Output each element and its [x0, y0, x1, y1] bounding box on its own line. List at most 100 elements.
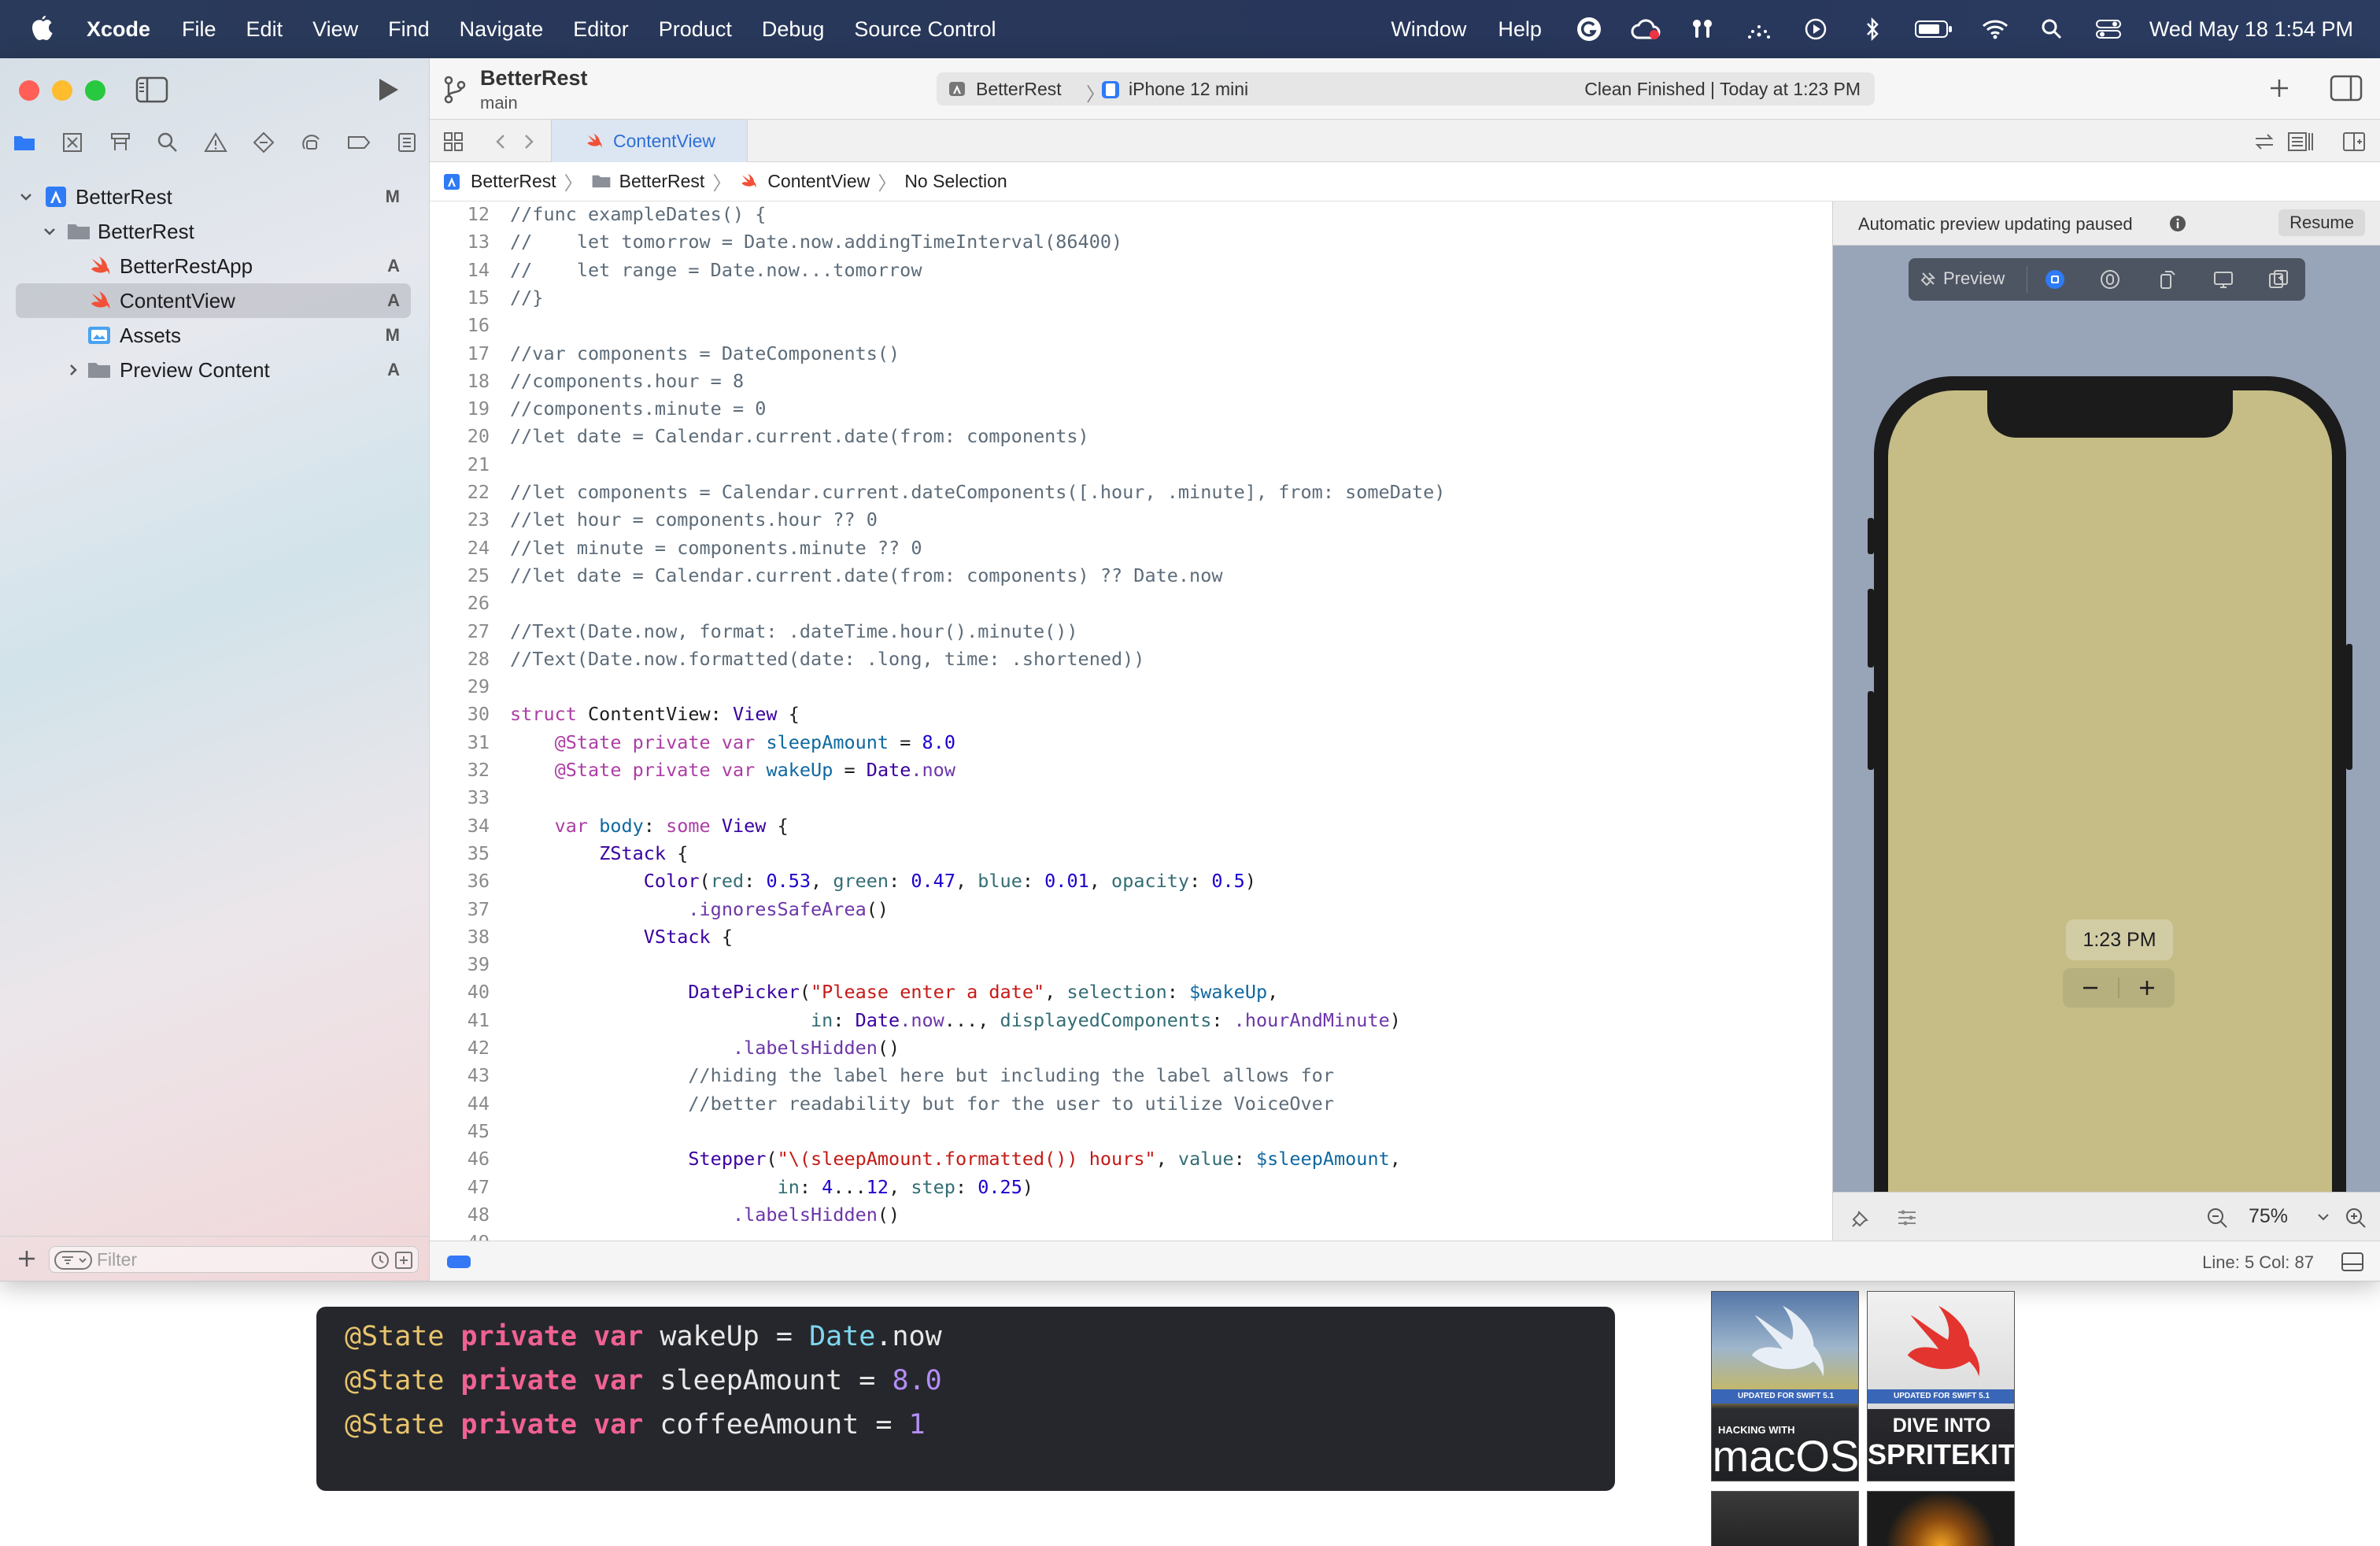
breadcrumb-symbol[interactable]: No Selection	[904, 171, 1007, 192]
code-line[interactable]: 26	[430, 592, 1832, 619]
tree-item-project[interactable]: BetterRest M	[0, 179, 430, 214]
code-line[interactable]: 37 .ignoresSafeArea()	[430, 898, 1832, 925]
chevron-down-icon[interactable]	[2316, 1210, 2330, 1224]
tree-item-file[interactable]: BetterRestApp A	[0, 249, 430, 283]
window-close-button[interactable]	[19, 80, 39, 101]
menu-debug[interactable]: Debug	[762, 17, 825, 42]
run-button[interactable]	[371, 74, 403, 105]
tree-item-group[interactable]: Preview Content A	[0, 353, 430, 387]
window-zoom-button[interactable]	[85, 80, 105, 101]
menu-window[interactable]: Window	[1391, 17, 1466, 42]
airpods-icon[interactable]	[1687, 13, 1718, 45]
play-icon[interactable]	[1800, 13, 1831, 45]
code-line[interactable]: 13 // let tomorrow = Date.now.addingTimeI…	[430, 231, 1832, 257]
code-line[interactable]: 43 //hiding the label here but including…	[430, 1064, 1832, 1091]
apple-menu-icon[interactable]	[30, 15, 55, 43]
device-settings-icon[interactable]	[2212, 268, 2234, 290]
menu-find[interactable]: Find	[388, 17, 430, 42]
menu-product[interactable]: Product	[659, 17, 732, 42]
rotate-device-icon[interactable]	[2156, 268, 2178, 290]
source-control-filter-icon[interactable]	[394, 1251, 413, 1270]
code-line[interactable]: 44 //better readability but for the user…	[430, 1093, 1832, 1119]
menu-file[interactable]: File	[182, 17, 216, 42]
breadcrumb-group[interactable]: BetterRest	[591, 171, 704, 192]
inspector-toggle-icon[interactable]	[2330, 74, 2363, 102]
stepper-minus-button[interactable]	[2063, 968, 2118, 1008]
code-line[interactable]: 36 Color(red: 0.53, green: 0.47, blue: 0…	[430, 870, 1832, 897]
menu-navigate[interactable]: Navigate	[460, 17, 544, 42]
live-preview-icon[interactable]	[2044, 268, 2066, 290]
editor-options-icon[interactable]	[2287, 131, 2315, 153]
code-line[interactable]: 28 //Text(Date.now.formatted(date: .long,…	[430, 648, 1832, 675]
spotlight-search-icon[interactable]	[2036, 13, 2068, 45]
code-line[interactable]: 31 @State private var sleepAmount = 8.0	[430, 731, 1832, 758]
code-line[interactable]: 16	[430, 314, 1832, 341]
scheme-selector[interactable]: BetterRest	[976, 79, 1062, 100]
test-navigator-icon[interactable]	[250, 129, 277, 156]
code-line[interactable]: 39	[430, 953, 1832, 980]
tree-item-assets[interactable]: Assets M	[0, 318, 430, 353]
menu-view[interactable]: View	[312, 17, 358, 42]
code-line[interactable]: 41 in: Date.now..., displayedComponents:…	[430, 1009, 1832, 1036]
zoom-in-icon[interactable]	[2345, 1207, 2367, 1229]
source-editor[interactable]: 12 //func exampleDates() {13 // let tomorr…	[430, 202, 1832, 1241]
code-line[interactable]: 47 in: 4...12, step: 0.25)	[430, 1176, 1832, 1203]
code-line[interactable]: 14 // let range = Date.now...tomorrow	[430, 259, 1832, 286]
warning-icon[interactable]	[202, 129, 229, 156]
debug-navigator-icon[interactable]	[298, 129, 325, 156]
filter-field[interactable]	[49, 1246, 419, 1273]
menu-app-name[interactable]: Xcode	[87, 17, 150, 42]
code-line[interactable]: 17 //var components = DateComponents()	[430, 342, 1832, 369]
menu-bar-clock[interactable]: Wed May 18 1:54 PM	[2149, 17, 2353, 42]
recent-files-icon[interactable]	[371, 1251, 390, 1270]
code-line[interactable]: 30 struct ContentView: View {	[430, 703, 1832, 730]
battery-icon[interactable]	[1913, 13, 1954, 45]
code-line[interactable]: 18 //components.hour = 8	[430, 370, 1832, 397]
window-minimize-button[interactable]	[52, 80, 72, 101]
pin-icon[interactable]	[1850, 1207, 1872, 1229]
breadcrumb-file[interactable]: ContentView	[739, 171, 870, 192]
related-items-icon[interactable]	[442, 131, 464, 153]
code-line[interactable]: 48 .labelsHidden()	[430, 1204, 1832, 1230]
menu-source-control[interactable]: Source Control	[854, 17, 996, 42]
filter-options-icon[interactable]	[54, 1251, 92, 1270]
date-picker[interactable]: 1:23 PM	[2066, 919, 2173, 960]
control-center-icon[interactable]	[2093, 13, 2124, 45]
book-cover[interactable]	[1867, 1491, 2015, 1546]
code-line[interactable]: 25 //let date = Calendar.current.date(fro…	[430, 564, 1832, 591]
resume-button[interactable]: Resume	[2278, 209, 2365, 236]
zoom-level[interactable]: 75%	[2249, 1205, 2288, 1228]
code-line[interactable]: 27 //Text(Date.now, format: .dateTime.hou…	[430, 620, 1832, 647]
book-cover-dive-into-spritekit[interactable]: UPDATED FOR SWIFT 5.1 DIVE INTO SPRITEKI…	[1867, 1291, 2015, 1481]
book-cover[interactable]	[1711, 1491, 1859, 1546]
chevron-right-icon[interactable]	[65, 361, 82, 379]
report-navigator-icon[interactable]	[394, 129, 420, 156]
code-line[interactable]: 20 //let date = Calendar.current.date(fro…	[430, 425, 1832, 452]
code-line[interactable]: 23 //let hour = components.hour ?? 0	[430, 509, 1832, 535]
code-line[interactable]: 49	[430, 1231, 1832, 1241]
source-control-icon[interactable]	[59, 129, 86, 156]
menu-help[interactable]: Help	[1498, 17, 1542, 42]
tree-item-group[interactable]: BetterRest	[0, 214, 430, 249]
run-destination[interactable]: iPhone 12 mini	[1129, 79, 1248, 100]
code-line[interactable]: 34 var body: some View {	[430, 815, 1832, 841]
add-library-button[interactable]	[2265, 74, 2293, 102]
code-line[interactable]: 21	[430, 453, 1832, 480]
debug-area-toggle-icon[interactable]	[2341, 1251, 2364, 1273]
grammarly-icon[interactable]	[1573, 13, 1605, 45]
swap-arrows-icon[interactable]	[2252, 131, 2276, 153]
tree-item-file-selected[interactable]: ContentView A	[0, 283, 430, 318]
info-icon[interactable]	[2168, 214, 2187, 233]
code-line[interactable]: 32 @State private var wakeUp = Date.now	[430, 759, 1832, 786]
code-line[interactable]: 42 .labelsHidden()	[430, 1037, 1832, 1063]
forward-icon[interactable]	[521, 131, 537, 153]
code-line[interactable]: 24 //let minute = components.minute ?? 0	[430, 537, 1832, 564]
selectable-mode-icon[interactable]	[2099, 268, 2121, 290]
breadcrumb-project[interactable]: BetterRest	[442, 171, 556, 192]
code-line[interactable]: 29	[430, 675, 1832, 702]
branch-icon[interactable]	[441, 74, 469, 105]
split-editor-icon[interactable]	[2342, 131, 2366, 153]
menu-editor[interactable]: Editor	[573, 17, 629, 42]
debug-area-indicator[interactable]	[447, 1256, 471, 1268]
pin-preview-icon[interactable]	[1918, 270, 1937, 289]
